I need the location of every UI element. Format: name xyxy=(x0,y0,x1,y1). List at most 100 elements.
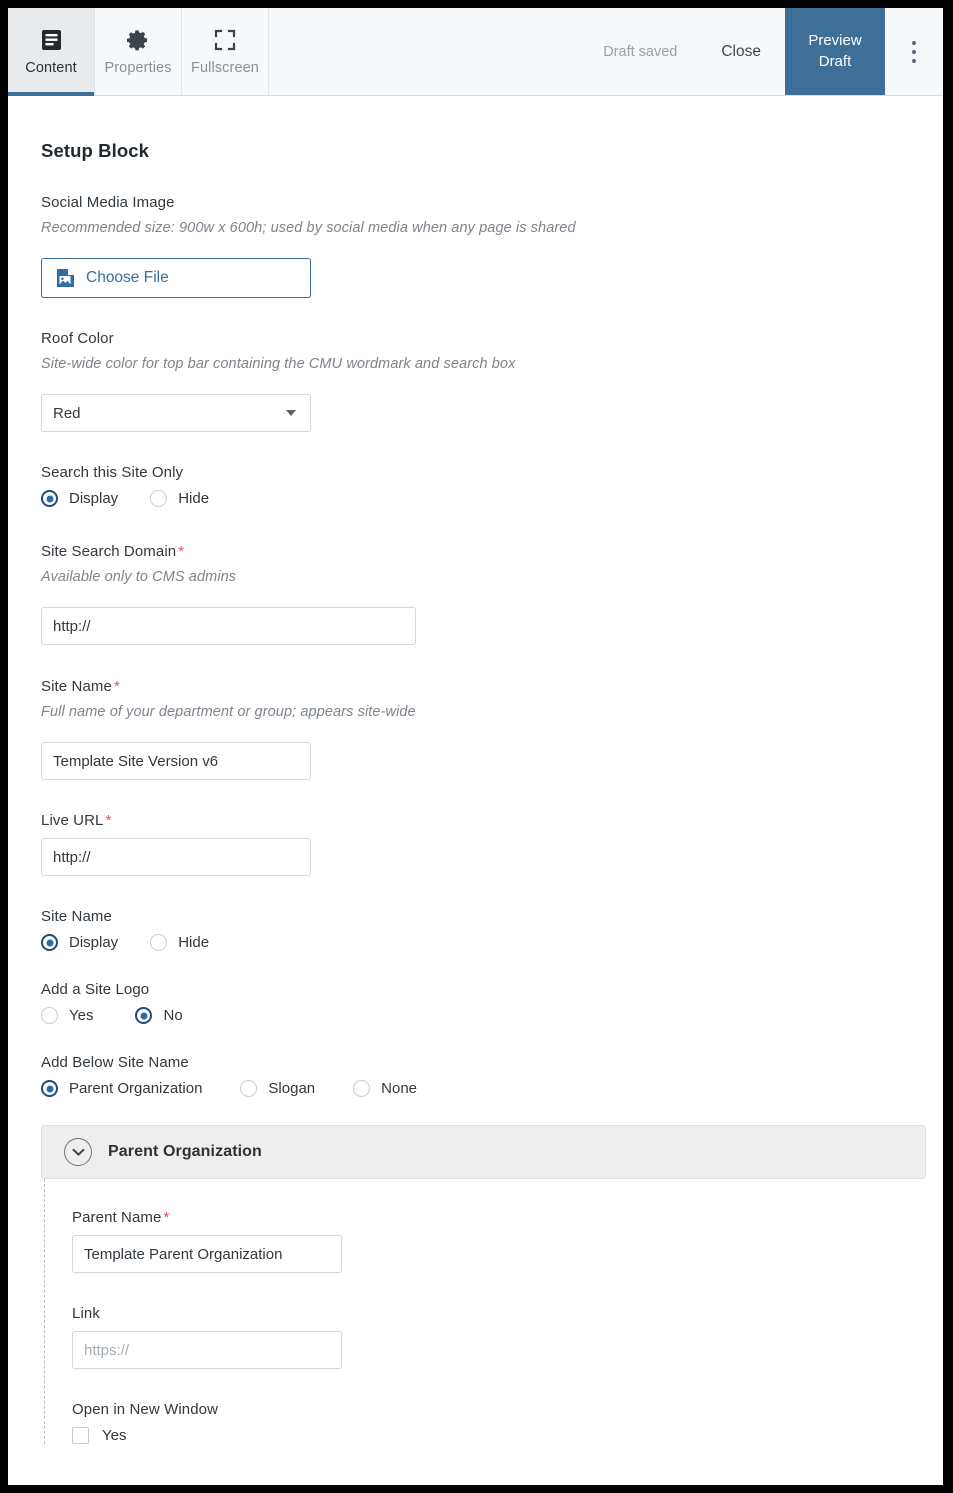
roof-color-select[interactable]: Red xyxy=(41,394,311,432)
screenshot-frame: Content Properties Fullscreen Draft save… xyxy=(0,0,953,1493)
radio-search-display[interactable]: Display xyxy=(41,490,118,507)
add-site-logo-label: Add a Site Logo xyxy=(41,981,150,998)
label-text: Live URL xyxy=(41,812,104,829)
radio-indicator xyxy=(41,934,58,951)
field-social-media-image: Social Media Image Recommended size: 900… xyxy=(41,194,943,298)
checkbox-indicator xyxy=(72,1427,89,1444)
live-url-label: Live URL * xyxy=(41,812,943,829)
tab-fullscreen[interactable]: Fullscreen xyxy=(182,8,269,95)
roof-color-label: Roof Color xyxy=(41,330,114,347)
parent-name-input[interactable]: Template Parent Organization xyxy=(72,1235,342,1273)
form-body: Setup Block Social Media Image Recommend… xyxy=(8,96,943,1444)
radio-label: Display xyxy=(69,490,119,507)
radio-indicator xyxy=(150,934,168,951)
roof-color-help: Site-wide color for top bar containing t… xyxy=(41,356,516,372)
tab-properties[interactable]: Properties xyxy=(95,8,182,95)
choose-file-button[interactable]: Choose File xyxy=(41,258,311,298)
tab-content[interactable]: Content xyxy=(8,8,95,96)
site-name-visibility-options: Display Hide xyxy=(41,934,943,951)
field-site-search-domain: Site Search Domain * Available only to CM… xyxy=(41,543,943,645)
radio-logo-yes[interactable]: Yes xyxy=(41,1007,93,1024)
choose-file-label: Choose File xyxy=(86,269,169,286)
radio-label: None xyxy=(381,1080,417,1097)
field-open-in-new-window: Open in New Window Yes xyxy=(72,1401,943,1444)
field-live-url: Live URL * http:// xyxy=(41,812,943,876)
field-add-below-site-name: Add Below Site Name Parent Organization … xyxy=(41,1054,943,1097)
site-name-input[interactable]: Template Site Version v6 xyxy=(41,742,311,780)
radio-indicator xyxy=(240,1080,258,1097)
radio-sitename-display[interactable]: Display xyxy=(41,934,118,951)
roof-color-value: Red xyxy=(53,404,81,422)
social-media-image-label: Social Media Image xyxy=(41,194,175,211)
field-parent-name: Parent Name * Template Parent Organizatio… xyxy=(72,1209,943,1273)
radio-indicator xyxy=(135,1007,153,1024)
search-this-site-only-options: Display Hide xyxy=(41,490,943,507)
parent-organization-panel-body: Parent Name * Template Parent Organizatio… xyxy=(44,1179,943,1444)
field-search-this-site-only: Search this Site Only Display Hide xyxy=(41,464,943,507)
site-name-help: Full name of your department or group; a… xyxy=(41,704,416,720)
radio-indicator xyxy=(150,490,168,507)
radio-below-none[interactable]: None xyxy=(353,1080,417,1097)
social-media-image-help: Recommended size: 900w x 600h; used by s… xyxy=(41,220,576,236)
site-search-domain-help: Available only to CMS admins xyxy=(41,569,237,585)
required-marker: * xyxy=(178,543,185,560)
parent-organization-panel-header[interactable]: Parent Organization xyxy=(41,1125,926,1179)
open-in-new-window-checkbox-row[interactable]: Yes xyxy=(72,1427,943,1444)
chevron-down-icon xyxy=(286,410,296,416)
preview-draft-label-line2: Draft xyxy=(818,52,852,70)
field-add-site-logo: Add a Site Logo Yes No xyxy=(41,981,943,1024)
site-search-domain-input[interactable]: http:// xyxy=(41,607,416,645)
radio-indicator xyxy=(353,1080,371,1097)
close-button[interactable]: Close xyxy=(697,8,785,95)
radio-below-parent-organization[interactable]: Parent Organization xyxy=(41,1080,202,1097)
label-text: Site Name xyxy=(41,678,112,695)
radio-indicator xyxy=(41,1080,58,1097)
field-parent-link: Link https:// xyxy=(72,1305,943,1369)
open-in-new-window-label: Open in New Window xyxy=(72,1401,219,1418)
parent-link-input[interactable]: https:// xyxy=(72,1331,342,1369)
chevron-down-circle-icon xyxy=(64,1138,92,1166)
add-site-logo-options: Yes No xyxy=(41,1007,943,1024)
radio-label: No xyxy=(163,1007,183,1024)
radio-sitename-hide[interactable]: Hide xyxy=(150,934,209,951)
parent-link-label: Link xyxy=(72,1305,100,1322)
radio-below-slogan[interactable]: Slogan xyxy=(240,1080,315,1097)
tab-content-label: Content xyxy=(25,60,77,76)
preview-draft-button[interactable]: Preview Draft xyxy=(785,8,885,95)
image-file-icon xyxy=(56,268,75,288)
preview-draft-label-line1: Preview xyxy=(808,32,862,50)
radio-label: Hide xyxy=(178,490,210,507)
label-text: Parent Name xyxy=(72,1209,162,1226)
site-name-label: Site Name * xyxy=(41,678,943,695)
more-options-button[interactable] xyxy=(885,8,943,95)
required-marker: * xyxy=(105,812,112,829)
parent-name-label: Parent Name * xyxy=(72,1209,943,1226)
radio-indicator xyxy=(41,490,58,507)
radio-search-hide[interactable]: Hide xyxy=(150,490,209,507)
label-text: Site Search Domain xyxy=(41,543,177,560)
tab-properties-label: Properties xyxy=(104,60,172,76)
field-roof-color: Roof Color Site-wide color for top bar c… xyxy=(41,330,943,432)
parent-organization-panel-title: Parent Organization xyxy=(108,1143,262,1160)
radio-label: Parent Organization xyxy=(69,1080,203,1097)
radio-logo-no[interactable]: No xyxy=(135,1007,183,1024)
radio-label: Hide xyxy=(178,934,210,951)
required-marker: * xyxy=(113,678,120,695)
tab-fullscreen-label: Fullscreen xyxy=(191,60,259,76)
fullscreen-icon xyxy=(214,27,236,53)
radio-label: Display xyxy=(69,934,119,951)
page-title: Setup Block xyxy=(41,140,150,161)
kebab-menu-icon xyxy=(912,38,916,65)
cms-editor-window: Content Properties Fullscreen Draft save… xyxy=(8,8,943,1485)
toolbar-actions: Draft saved Close Preview Draft xyxy=(583,8,943,95)
site-search-domain-label: Site Search Domain * xyxy=(41,543,943,560)
add-below-site-name-options: Parent Organization Slogan None xyxy=(41,1080,943,1097)
field-site-name: Site Name * Full name of your department … xyxy=(41,678,943,780)
live-url-input[interactable]: http:// xyxy=(41,838,311,876)
gear-icon xyxy=(126,27,150,53)
add-below-site-name-label: Add Below Site Name xyxy=(41,1054,189,1071)
editor-toolbar: Content Properties Fullscreen Draft save… xyxy=(8,8,943,96)
draft-status: Draft saved xyxy=(603,43,678,60)
field-site-name-visibility: Site Name Display Hide xyxy=(41,908,943,951)
radio-label: Slogan xyxy=(268,1080,316,1097)
